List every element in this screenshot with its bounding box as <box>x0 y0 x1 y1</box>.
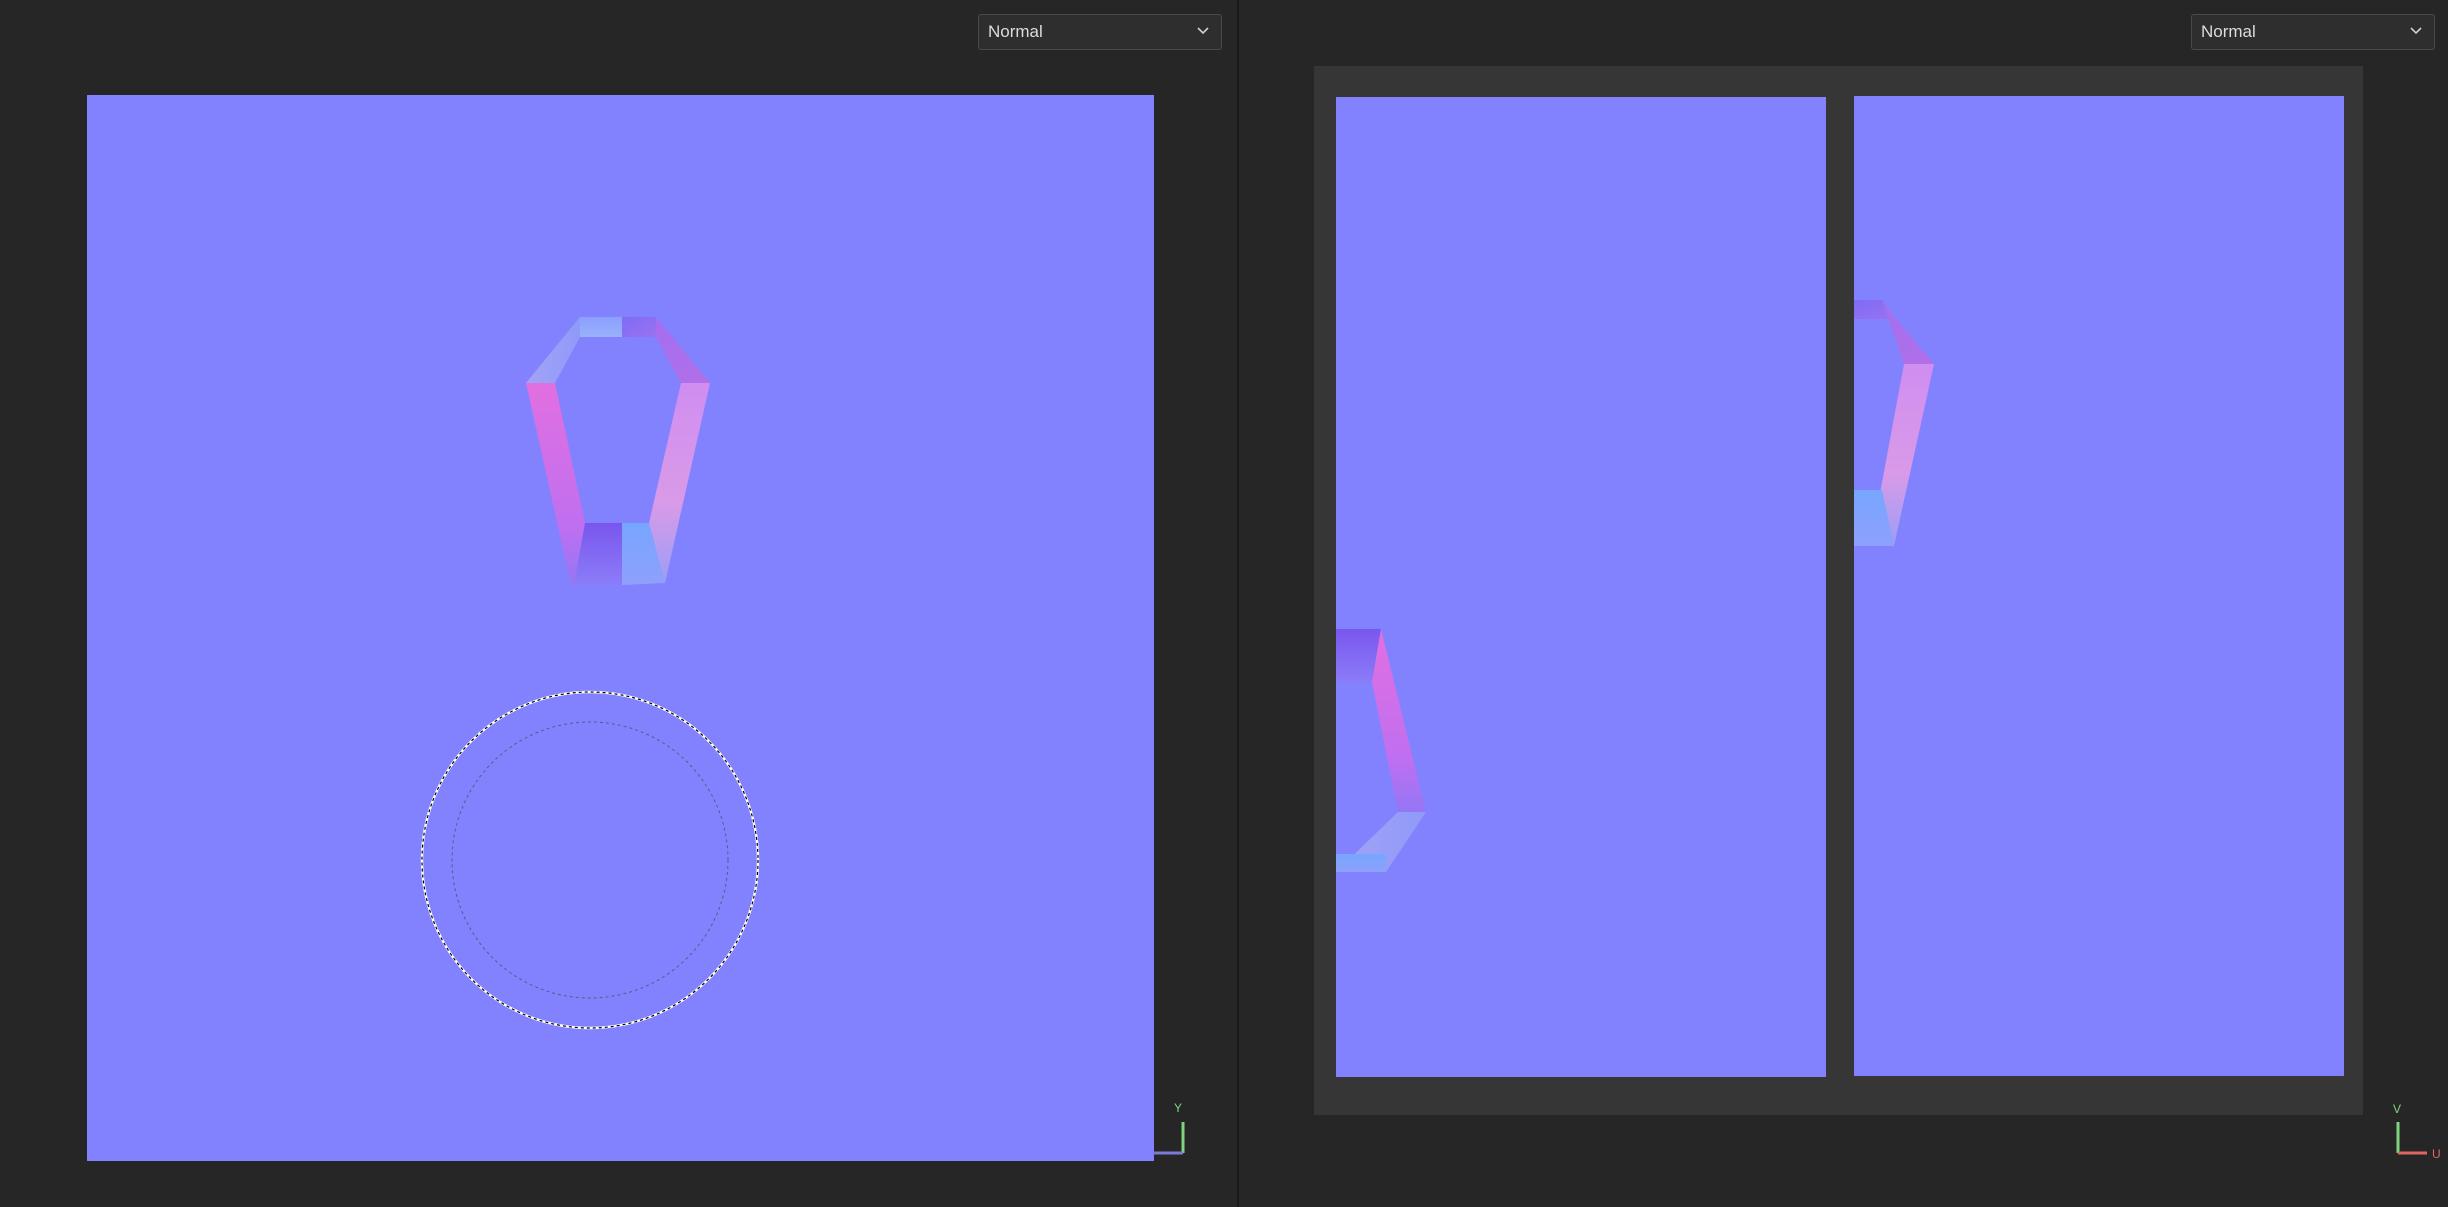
uv-islands-page-1 <box>1336 629 1426 872</box>
viewport-uv-mode-value: Normal <box>2201 22 2256 41</box>
axis-u-label: U <box>2432 1147 2441 1160</box>
viewport-3d-panel: Normal Y <box>0 0 1237 1207</box>
chevron-down-icon <box>1197 27 1209 35</box>
viewport-3d-mode-dropdown[interactable]: Normal <box>978 14 1222 50</box>
axis-y-label: Y <box>1174 1101 1182 1115</box>
uv-page-2 <box>1854 96 2344 1076</box>
viewport-3d-mode-value: Normal <box>988 22 1043 41</box>
viewport-3d-canvas[interactable] <box>87 95 1154 1161</box>
mesh-render <box>87 95 1154 1161</box>
viewport-uv-panel: Normal V U <box>1239 0 2448 1207</box>
uv-islands-page-2 <box>1854 300 1934 546</box>
uv-canvas[interactable] <box>1314 66 2363 1115</box>
viewport-uv-mode-dropdown[interactable]: Normal <box>2191 14 2435 50</box>
axis-v-label: V <box>2393 1102 2401 1116</box>
chevron-down-icon <box>2410 27 2422 35</box>
axis-gizmo-uv: V U <box>2393 1102 2441 1160</box>
axis-gizmo-3d: Y <box>1153 1101 1185 1155</box>
uv-page-1 <box>1336 97 1826 1077</box>
